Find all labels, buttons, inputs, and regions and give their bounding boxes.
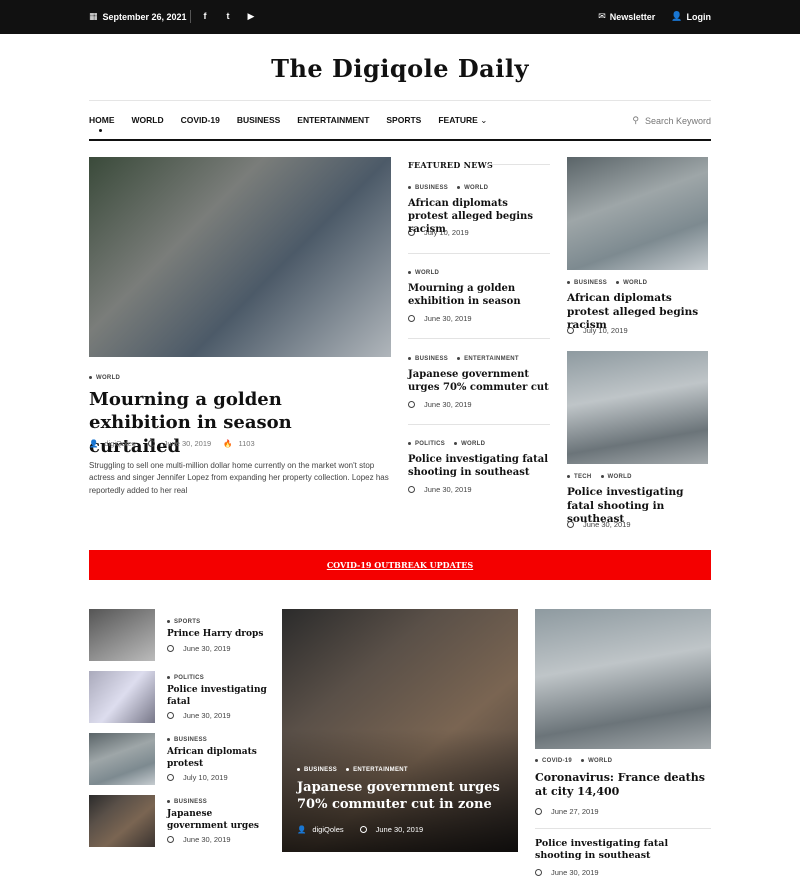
fire-icon: 🔥 — [223, 439, 233, 448]
clock-icon — [535, 869, 542, 876]
clock-icon — [408, 315, 415, 322]
featured-category[interactable]: WORLD — [408, 270, 439, 276]
side-category[interactable]: BUSINESS WORLD — [567, 280, 647, 286]
clock-icon — [147, 440, 155, 447]
side-image[interactable] — [567, 157, 708, 270]
chevron-down-icon: ⌄ — [480, 115, 488, 125]
clock-icon — [167, 774, 174, 781]
login-link[interactable]: 👤 Login — [671, 11, 711, 22]
clock-icon — [408, 401, 415, 408]
divider — [408, 253, 550, 254]
facebook-icon[interactable]: f — [200, 11, 210, 21]
list-category[interactable]: SPORTS — [167, 619, 200, 625]
clock-icon — [359, 826, 367, 833]
user-icon: 👤 — [671, 11, 683, 21]
side-image[interactable] — [567, 351, 708, 464]
search-icon: ⚲ — [632, 115, 639, 125]
hero-meta: 👤 digiQoles June 30, 2019 🔥 1103 — [89, 439, 255, 448]
center-feature-card[interactable]: BUSINESS ENTERTAINMENT Japanese governmen… — [282, 609, 518, 852]
list-title[interactable]: African diplomats protest — [167, 747, 267, 770]
divider — [190, 10, 191, 23]
featured-category[interactable]: POLITICS WORLD — [408, 441, 485, 447]
list-date: June 30, 2019 — [167, 644, 231, 653]
center-title[interactable]: Japanese government urges 70% commuter c… — [297, 780, 507, 814]
list-title[interactable]: Prince Harry drops — [167, 629, 267, 641]
envelope-icon: ✉ — [598, 11, 606, 21]
hero-image[interactable] — [89, 157, 391, 357]
featured-heading: FEATURED NEWS — [408, 160, 494, 170]
nav-world[interactable]: WORLD — [132, 115, 164, 126]
clock-icon — [567, 327, 574, 334]
right-date-2: June 30, 2019 — [535, 868, 599, 877]
list-date: June 30, 2019 — [167, 835, 231, 844]
featured-title[interactable]: Police investigating fatal shooting in s… — [408, 453, 550, 479]
user-icon: 👤 — [89, 439, 99, 448]
clock-icon — [167, 645, 174, 652]
nav-entertainment[interactable]: ENTERTAINMENT — [297, 115, 369, 126]
date-display: ▦ September 26, 2021 — [89, 11, 187, 22]
right-image[interactable] — [535, 609, 711, 749]
list-thumbnail[interactable] — [89, 733, 155, 785]
list-category[interactable]: BUSINESS — [167, 799, 207, 805]
side-date: June 30, 2019 — [567, 520, 631, 529]
featured-date: July 10, 2019 — [408, 228, 469, 237]
list-date: July 10, 2019 — [167, 773, 228, 782]
right-category[interactable]: COVID-19 WORLD — [535, 758, 612, 764]
clock-icon — [167, 836, 174, 843]
top-actions: ✉ Newsletter 👤 Login — [598, 11, 711, 22]
divider — [488, 164, 550, 165]
hero-excerpt: Struggling to sell one multi-million dol… — [89, 461, 389, 495]
list-category[interactable]: BUSINESS — [167, 737, 207, 743]
list-thumbnail[interactable] — [89, 671, 155, 723]
right-date: June 27, 2019 — [535, 807, 599, 816]
top-bar: ▦ September 26, 2021 f t ▶ ✉ Newsletter 👤 L… — [0, 0, 800, 34]
site-logo[interactable]: The Digiqole Daily — [0, 54, 800, 83]
clock-icon — [167, 712, 174, 719]
clock-icon — [408, 229, 415, 236]
hero-category[interactable]: WORLD — [89, 375, 120, 381]
list-title[interactable]: Japanese government urges — [167, 809, 267, 832]
center-category[interactable]: BUSINESS ENTERTAINMENT — [297, 767, 408, 773]
featured-category[interactable]: BUSINESS WORLD — [408, 185, 488, 191]
search-box[interactable]: ⚲ Search Keyword — [632, 115, 711, 126]
side-date: July 10, 2019 — [567, 326, 628, 335]
twitter-icon[interactable]: t — [223, 11, 233, 21]
featured-date: June 30, 2019 — [408, 314, 472, 323]
nav-feature[interactable]: FEATURE ⌄ — [438, 115, 487, 126]
list-title[interactable]: Police investigating fatal — [167, 685, 267, 708]
covid-banner[interactable]: COVID-19 OUTBREAK UPDATES — [89, 550, 711, 580]
featured-category[interactable]: BUSINESS ENTERTAINMENT — [408, 356, 519, 362]
divider — [408, 338, 550, 339]
center-meta: 👤 digiQoles June 30, 2019 — [297, 825, 424, 834]
user-icon: 👤 — [297, 825, 307, 834]
side-category[interactable]: TECH WORLD — [567, 474, 632, 480]
list-category[interactable]: POLITICS — [167, 675, 204, 681]
featured-date: June 30, 2019 — [408, 485, 472, 494]
clock-icon — [408, 486, 415, 493]
clock-icon — [535, 808, 542, 815]
list-thumbnail[interactable] — [89, 609, 155, 661]
right-title-2[interactable]: Police investigating fatal shooting in s… — [535, 838, 713, 863]
list-thumbnail[interactable] — [89, 795, 155, 847]
calendar-icon: ▦ — [89, 11, 98, 21]
youtube-icon[interactable]: ▶ — [246, 11, 256, 21]
featured-title[interactable]: Japanese government urges 70% commuter c… — [408, 368, 550, 394]
nav-covid[interactable]: COVID-19 — [181, 115, 220, 126]
newsletter-link[interactable]: ✉ Newsletter — [598, 11, 655, 22]
clock-icon — [567, 521, 574, 528]
main-nav: HOME WORLD COVID-19 BUSINESS ENTERTAINME… — [89, 100, 711, 141]
featured-date: June 30, 2019 — [408, 400, 472, 409]
featured-title[interactable]: Mourning a golden exhibition in season — [408, 282, 554, 308]
divider — [408, 424, 550, 425]
list-date: June 30, 2019 — [167, 711, 231, 720]
nav-home[interactable]: HOME — [89, 115, 115, 132]
nav-sports[interactable]: SPORTS — [386, 115, 421, 126]
social-links: f t ▶ — [200, 11, 256, 21]
divider — [535, 828, 711, 829]
nav-business[interactable]: BUSINESS — [237, 115, 280, 126]
right-title[interactable]: Coronavirus: France deaths at city 14,40… — [535, 771, 711, 800]
